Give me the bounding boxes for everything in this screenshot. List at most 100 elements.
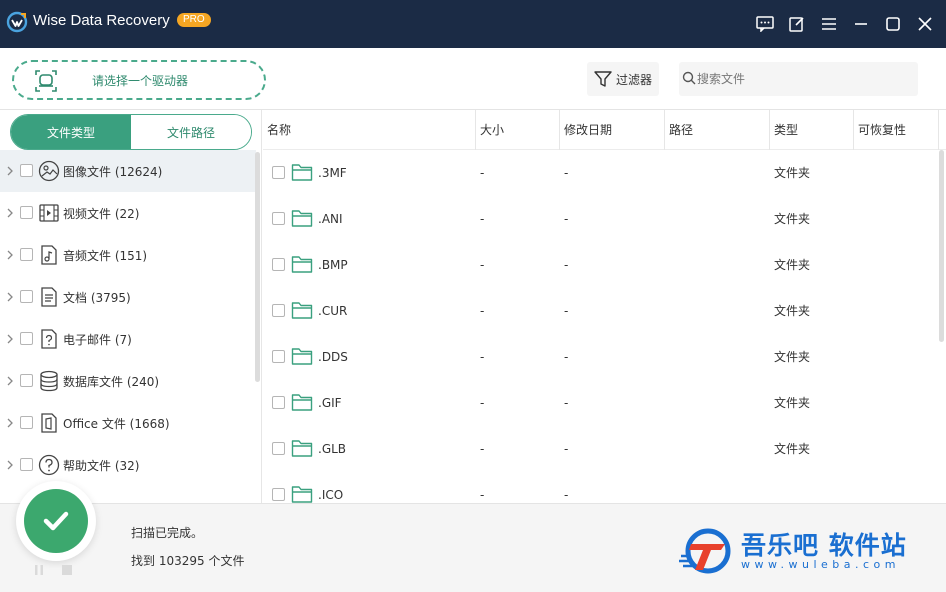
- category-label: 图像文件 (12624): [63, 165, 163, 179]
- category-item-videos[interactable]: 视频文件 (22): [0, 192, 256, 234]
- table-row[interactable]: .ANI - - 文件夹: [263, 196, 939, 242]
- app-title: Wise Data Recovery: [33, 12, 170, 29]
- column-header-name[interactable]: 名称: [263, 110, 476, 150]
- menu-button[interactable]: [818, 13, 840, 35]
- tab-file-type[interactable]: 文件类型: [11, 115, 131, 149]
- category-checkbox[interactable]: [20, 332, 33, 345]
- chevron-right-icon[interactable]: [5, 333, 15, 345]
- chevron-right-icon[interactable]: [5, 459, 15, 471]
- table-row[interactable]: .GLB - - 文件夹: [263, 426, 939, 472]
- pause-icon[interactable]: [33, 564, 45, 576]
- column-header-path[interactable]: 路径: [665, 110, 770, 150]
- category-item-database[interactable]: 数据库文件 (240): [0, 360, 256, 402]
- watermark-title: 吾乐吧 软件站: [741, 531, 907, 560]
- category-scrollbar[interactable]: [255, 152, 260, 382]
- filter-icon: [594, 71, 612, 87]
- category-label: 音频文件 (151): [63, 249, 148, 263]
- chevron-right-icon[interactable]: [5, 249, 15, 261]
- table-row[interactable]: .ICO - -: [263, 472, 939, 503]
- cell-type: 文件夹: [774, 442, 811, 456]
- drive-select-button[interactable]: 请选择一个驱动器: [12, 60, 266, 100]
- tab-file-path[interactable]: 文件路径: [131, 115, 251, 149]
- category-label: Office 文件 (1668): [63, 417, 170, 431]
- cell-modified: -: [564, 212, 569, 226]
- cell-type: 文件夹: [774, 166, 811, 180]
- cell-modified: -: [564, 396, 569, 410]
- cell-size: -: [480, 166, 485, 180]
- category-checkbox[interactable]: [20, 374, 33, 387]
- category-item-office[interactable]: Office 文件 (1668): [0, 402, 256, 444]
- minimize-button[interactable]: [850, 13, 872, 35]
- table-row[interactable]: .GIF - - 文件夹: [263, 380, 939, 426]
- cell-size: -: [480, 212, 485, 226]
- image-icon: [38, 160, 60, 182]
- cell-name: .ICO: [318, 488, 344, 502]
- feedback-button[interactable]: [754, 13, 776, 35]
- category-item-documents[interactable]: 文档 (3795): [0, 276, 256, 318]
- view-tabs: 文件类型 文件路径: [10, 114, 252, 150]
- chevron-right-icon[interactable]: [5, 207, 15, 219]
- stop-icon[interactable]: [61, 564, 73, 576]
- column-header-recoverability[interactable]: 可恢复性: [854, 110, 939, 150]
- row-checkbox[interactable]: [272, 442, 285, 455]
- column-header-size[interactable]: 大小: [476, 110, 560, 150]
- cell-type: 文件夹: [774, 304, 811, 318]
- search-box[interactable]: [679, 62, 918, 96]
- audio-icon: [41, 245, 57, 265]
- table-row[interactable]: .3MF - - 文件夹: [263, 150, 939, 196]
- row-checkbox[interactable]: [272, 350, 285, 363]
- video-icon: [39, 204, 59, 222]
- email-icon: [41, 329, 57, 349]
- table-row[interactable]: .DDS - - 文件夹: [263, 334, 939, 380]
- category-item-help[interactable]: 帮助文件 (32): [0, 444, 256, 486]
- category-label: 电子邮件 (7): [63, 333, 132, 347]
- pro-badge: PRO: [177, 13, 211, 27]
- column-header-modified[interactable]: 修改日期: [560, 110, 665, 150]
- category-checkbox[interactable]: [20, 248, 33, 261]
- folder-icon: [291, 394, 313, 411]
- category-panel: 文件类型 文件路径 图像文件 (12624) 视频文件 (22) 音频文件 (1…: [0, 110, 262, 503]
- edit-icon: [789, 17, 804, 32]
- cell-name: .BMP: [318, 258, 348, 272]
- edit-button[interactable]: [786, 13, 808, 35]
- close-button[interactable]: [914, 13, 936, 35]
- row-checkbox[interactable]: [272, 166, 285, 179]
- category-checkbox[interactable]: [20, 206, 33, 219]
- folder-icon: [291, 348, 313, 365]
- filter-label: 过滤器: [616, 73, 653, 87]
- cell-modified: -: [564, 488, 569, 502]
- category-item-email[interactable]: 电子邮件 (7): [0, 318, 256, 360]
- chevron-right-icon[interactable]: [5, 417, 15, 429]
- category-checkbox[interactable]: [20, 290, 33, 303]
- row-checkbox[interactable]: [272, 396, 285, 409]
- chevron-right-icon[interactable]: [5, 375, 15, 387]
- table-row[interactable]: .BMP - - 文件夹: [263, 242, 939, 288]
- chevron-right-icon[interactable]: [5, 291, 15, 303]
- scan-complete-indicator: [16, 481, 96, 561]
- chevron-right-icon[interactable]: [5, 165, 15, 177]
- category-checkbox[interactable]: [20, 416, 33, 429]
- folder-icon: [291, 486, 313, 503]
- status-bar: 扫描已完成。 找到 103295 个文件 吾乐吧 软件站 www.wuleba.…: [0, 481, 946, 592]
- column-header-type[interactable]: 类型: [770, 110, 854, 150]
- filter-button[interactable]: 过滤器: [587, 62, 659, 96]
- row-checkbox[interactable]: [272, 258, 285, 271]
- category-checkbox[interactable]: [20, 164, 33, 177]
- table-row[interactable]: .CUR - - 文件夹: [263, 288, 939, 334]
- row-checkbox[interactable]: [272, 488, 285, 501]
- table-scrollbar[interactable]: [939, 150, 944, 342]
- cell-type: 文件夹: [774, 350, 811, 364]
- category-item-images[interactable]: 图像文件 (12624): [0, 150, 256, 192]
- maximize-button[interactable]: [882, 13, 904, 35]
- drive-icon: [35, 70, 57, 92]
- close-icon: [918, 17, 932, 31]
- row-checkbox[interactable]: [272, 304, 285, 317]
- category-checkbox[interactable]: [20, 458, 33, 471]
- cell-modified: -: [564, 166, 569, 180]
- cell-size: -: [480, 304, 485, 318]
- cell-name: .3MF: [318, 166, 347, 180]
- row-checkbox[interactable]: [272, 212, 285, 225]
- category-item-audio[interactable]: 音频文件 (151): [0, 234, 256, 276]
- search-input[interactable]: [697, 70, 907, 88]
- scan-status-text: 扫描已完成。: [131, 526, 204, 540]
